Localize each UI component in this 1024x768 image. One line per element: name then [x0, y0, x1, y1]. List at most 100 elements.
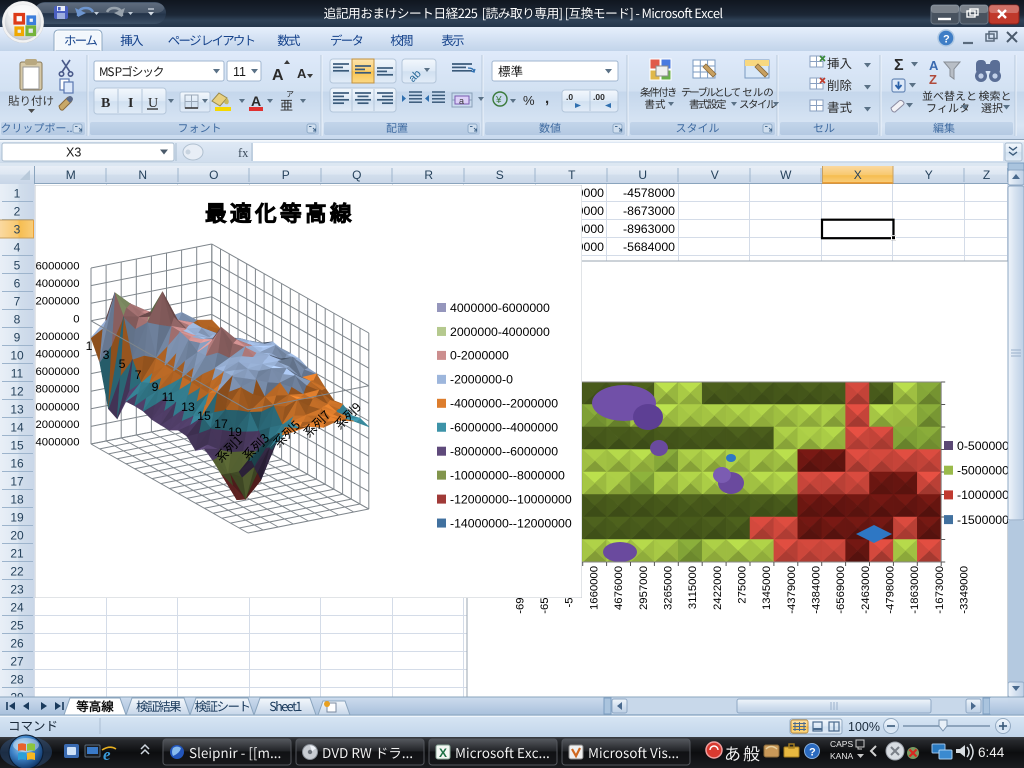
- svg-text:KANA: KANA: [830, 751, 853, 761]
- svg-text:12: 12: [10, 385, 24, 399]
- svg-text:-1863000: -1863000: [909, 566, 921, 614]
- svg-text:2422000: 2422000: [712, 566, 724, 610]
- svg-text:-4798000: -4798000: [885, 566, 897, 614]
- svg-text:¥: ¥: [495, 95, 502, 106]
- svg-text:27: 27: [10, 655, 24, 669]
- svg-text:3265000: 3265000: [662, 566, 674, 610]
- svg-text:-4000000--2000000: -4000000--2000000: [450, 397, 558, 411]
- svg-text:2: 2: [14, 205, 21, 219]
- svg-text:-3349000: -3349000: [959, 566, 971, 614]
- svg-text:2957000: 2957000: [638, 566, 650, 610]
- svg-text:9: 9: [152, 380, 159, 394]
- svg-text:N: N: [138, 168, 147, 182]
- svg-text:-8000000: -8000000: [32, 384, 80, 396]
- svg-text:13: 13: [10, 403, 24, 417]
- svg-text:-4379000: -4379000: [786, 566, 798, 614]
- svg-text:19: 19: [10, 511, 24, 525]
- svg-text:8: 8: [14, 313, 21, 327]
- svg-text:a: a: [459, 96, 464, 106]
- svg-text:0-2000000: 0-2000000: [450, 349, 509, 363]
- svg-text:-6569000: -6569000: [835, 566, 847, 614]
- svg-text:16: 16: [10, 457, 24, 471]
- svg-text:25: 25: [10, 619, 24, 633]
- svg-text:26: 26: [10, 637, 24, 651]
- svg-text:U: U: [638, 168, 647, 182]
- svg-text:3: 3: [14, 223, 21, 237]
- svg-text:0: 0: [73, 313, 79, 325]
- svg-text:6000000: 6000000: [36, 261, 80, 273]
- svg-text:4000000-6000000: 4000000-6000000: [450, 301, 550, 315]
- svg-text:1345000: 1345000: [761, 566, 773, 610]
- svg-text:28: 28: [10, 673, 24, 687]
- svg-text:7: 7: [14, 295, 21, 309]
- svg-text:-8000000--6000000: -8000000--6000000: [450, 445, 558, 459]
- svg-text:18: 18: [10, 493, 24, 507]
- svg-text:I: I: [128, 96, 133, 111]
- svg-text:11: 11: [162, 390, 175, 404]
- svg-text:A: A: [272, 67, 284, 84]
- svg-text:3: 3: [103, 348, 110, 362]
- svg-text:B: B: [101, 96, 110, 111]
- svg-text:R: R: [424, 168, 433, 182]
- svg-text:-2000000: -2000000: [32, 331, 80, 343]
- svg-text:1: 1: [14, 187, 21, 201]
- svg-text:-1673000: -1673000: [934, 566, 946, 614]
- svg-text:P: P: [282, 168, 290, 182]
- svg-text:5: 5: [119, 357, 126, 371]
- svg-text:23: 23: [10, 583, 24, 597]
- svg-text:4676000: 4676000: [613, 566, 625, 610]
- svg-text:-10000000--8000000: -10000000--8000000: [450, 468, 565, 482]
- svg-text:-2000000-0: -2000000-0: [450, 373, 513, 387]
- svg-text:4000000: 4000000: [36, 278, 80, 290]
- svg-text:W: W: [780, 168, 792, 182]
- svg-text:6: 6: [14, 277, 21, 291]
- svg-text:24: 24: [10, 601, 24, 615]
- svg-text:fx: fx: [238, 146, 249, 160]
- svg-text:-4578000: -4578000: [623, 186, 675, 200]
- svg-text:1: 1: [86, 339, 93, 353]
- svg-text:%: %: [523, 93, 535, 108]
- svg-text:-5684000: -5684000: [623, 240, 675, 254]
- svg-text:Z: Z: [929, 72, 937, 87]
- svg-text:2000000: 2000000: [36, 296, 80, 308]
- svg-text:A: A: [297, 66, 307, 81]
- svg-text:-2463000: -2463000: [860, 566, 872, 614]
- svg-text:.0: .0: [566, 92, 573, 102]
- svg-text:3115000: 3115000: [687, 566, 699, 609]
- svg-text:15: 15: [10, 439, 24, 453]
- svg-text:-14000000--12000000: -14000000--12000000: [450, 516, 572, 530]
- svg-text:Y: Y: [925, 168, 933, 182]
- svg-text:O: O: [209, 168, 218, 182]
- svg-text:?: ?: [809, 747, 816, 759]
- svg-text:14: 14: [10, 421, 24, 435]
- svg-text:9: 9: [14, 331, 21, 345]
- svg-text:X3: X3: [66, 146, 81, 160]
- svg-text:20: 20: [10, 529, 24, 543]
- svg-text:.00: .00: [593, 92, 605, 102]
- svg-text:,: ,: [545, 90, 549, 107]
- svg-text:4: 4: [14, 241, 21, 255]
- svg-text:17: 17: [10, 475, 24, 489]
- svg-text:A: A: [251, 93, 261, 109]
- svg-text:1660000: 1660000: [588, 566, 600, 610]
- svg-text:5: 5: [14, 259, 21, 273]
- svg-text:22: 22: [10, 565, 24, 579]
- svg-text:-4384000: -4384000: [810, 566, 822, 614]
- svg-text:100%: 100%: [848, 720, 880, 734]
- svg-text:-12000000--10000000: -12000000--10000000: [450, 492, 572, 506]
- svg-text:11: 11: [11, 367, 24, 381]
- svg-text:7: 7: [135, 368, 142, 382]
- svg-text:11: 11: [233, 65, 246, 79]
- svg-text:2000000-4000000: 2000000-4000000: [450, 325, 550, 339]
- svg-text:0-5000000: 0-5000000: [957, 439, 1016, 453]
- svg-text:T: T: [568, 168, 576, 182]
- svg-text:X: X: [854, 168, 862, 182]
- svg-text:17: 17: [214, 417, 228, 431]
- svg-text:275000: 275000: [736, 566, 748, 604]
- svg-text:-6000000--4000000: -6000000--4000000: [450, 421, 558, 435]
- svg-text:6:44: 6:44: [978, 745, 1005, 760]
- svg-text:-8963000: -8963000: [623, 222, 675, 236]
- svg-text:A: A: [929, 58, 939, 73]
- svg-text:Z: Z: [983, 168, 990, 182]
- svg-text:M: M: [66, 168, 76, 182]
